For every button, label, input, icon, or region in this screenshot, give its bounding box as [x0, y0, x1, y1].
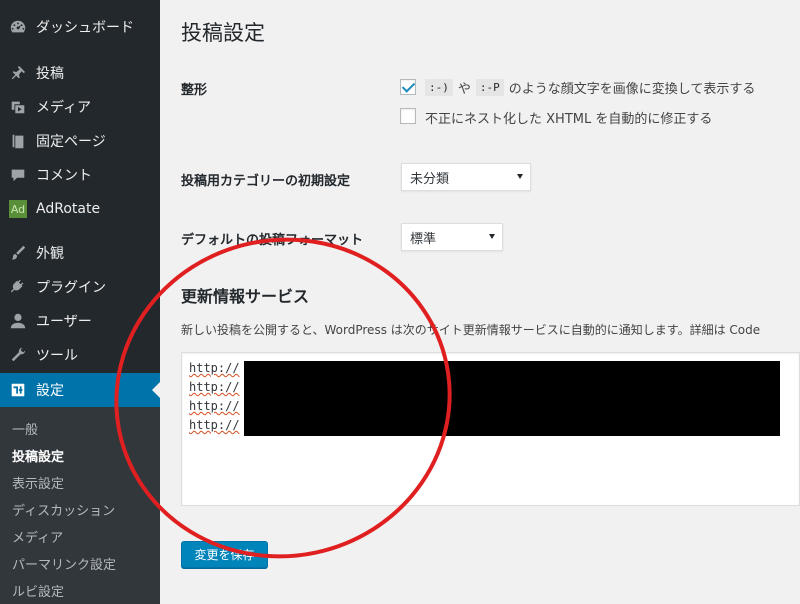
submenu-item-writing[interactable]: 投稿設定	[12, 446, 64, 465]
sidebar-item-pages[interactable]: 固定ページ	[0, 124, 160, 158]
smilie-code: :-P	[475, 79, 504, 96]
sidebar-item-dashboard[interactable]: ダッシュボード	[0, 10, 160, 44]
submenu-item-general[interactable]: 一般	[12, 419, 38, 438]
sidebar-item-label: 外観	[36, 246, 64, 262]
sidebar-item-posts[interactable]: 投稿	[0, 56, 160, 90]
sidebar-item-appearance[interactable]: 外観	[0, 236, 160, 270]
plugin-icon	[0, 278, 36, 296]
wrench-icon	[0, 346, 36, 364]
sidebar-item-label: メディア	[36, 100, 92, 116]
page-title: 投稿設定	[181, 21, 265, 45]
sidebar-item-plugins[interactable]: プラグイン	[0, 270, 160, 304]
smilie-code: :-)	[425, 79, 453, 96]
smilies-option: :-) や :-P のような顔文字を画像に変換して表示する	[425, 78, 755, 97]
adrotate-icon: Ad	[9, 200, 27, 218]
page-icon	[0, 132, 36, 150]
sidebar-item-label: プラグイン	[36, 280, 106, 296]
dropdown-arrow-icon	[517, 174, 523, 179]
sidebar-item-adrotate[interactable]: Ad AdRotate	[0, 192, 160, 226]
submenu-item-reading[interactable]: 表示設定	[12, 473, 64, 492]
media-icon	[0, 98, 36, 116]
dashboard-icon	[0, 18, 36, 36]
smilies-connector: や	[457, 82, 471, 97]
dropdown-arrow-icon	[489, 234, 495, 239]
submenu-item-ruby[interactable]: ルビ設定	[12, 581, 64, 600]
sidebar-item-media[interactable]: メディア	[0, 90, 160, 124]
ping-line: http://	[189, 399, 240, 413]
ping-line: http://	[189, 361, 240, 375]
default-format-select[interactable]: 標準	[401, 223, 503, 251]
sidebar-item-comments[interactable]: コメント	[0, 158, 160, 192]
ping-line: http://	[189, 418, 240, 432]
sidebar-item-label: ユーザー	[36, 314, 92, 330]
default-format-label: デフォルトの投稿フォーマット	[181, 233, 364, 248]
user-icon	[0, 312, 36, 330]
ping-line: http://	[189, 380, 240, 394]
brush-icon	[0, 244, 36, 262]
sidebar-item-settings[interactable]: 設定	[0, 373, 160, 407]
xhtml-checkbox[interactable]	[400, 108, 416, 124]
smilies-checkbox[interactable]	[400, 79, 416, 95]
submenu-item-permalinks[interactable]: パーマリンク設定	[12, 554, 116, 573]
formatting-label: 整形	[181, 83, 208, 98]
submenu-item-media[interactable]: メディア	[12, 527, 63, 546]
select-value: 標準	[410, 231, 437, 247]
update-services-heading: 更新情報サービス	[181, 287, 310, 306]
settings-icon	[0, 381, 36, 399]
settings-submenu: 一般 投稿設定 表示設定 ディスカッション メディア パーマリンク設定 ルビ設定	[0, 407, 160, 604]
sidebar-item-label: 設定	[36, 383, 64, 399]
save-changes-button[interactable]: 変更を保存	[181, 541, 268, 568]
admin-sidebar: ダッシュボード 投稿 メディア 固定ページ コメント Ad AdRotate 外…	[0, 0, 160, 604]
redaction-block	[244, 361, 780, 436]
sidebar-item-users[interactable]: ユーザー	[0, 304, 160, 338]
xhtml-option: 不正にネスト化した XHTML を自動的に修正する	[425, 112, 713, 127]
sidebar-item-label: AdRotate	[36, 201, 101, 217]
sidebar-item-label: 投稿	[36, 66, 64, 82]
sidebar-item-label: 固定ページ	[36, 134, 106, 150]
sidebar-item-label: コメント	[36, 168, 92, 184]
sidebar-item-label: ダッシュボード	[36, 20, 134, 36]
active-indicator	[152, 382, 160, 398]
default-category-select[interactable]: 未分類	[401, 163, 531, 191]
update-services-description: 新しい投稿を公開すると、WordPress は次のサイト更新情報サービスに自動的…	[181, 323, 761, 337]
pushpin-icon	[0, 64, 36, 82]
smilies-text: のような顔文字を画像に変換して表示する	[508, 82, 756, 97]
submenu-item-discussion[interactable]: ディスカッション	[12, 500, 115, 519]
comment-icon	[0, 166, 36, 184]
default-category-label: 投稿用カテゴリーの初期設定	[181, 174, 351, 189]
sidebar-item-label: ツール	[36, 348, 78, 364]
select-value: 未分類	[410, 171, 450, 187]
sidebar-item-tools[interactable]: ツール	[0, 338, 160, 372]
